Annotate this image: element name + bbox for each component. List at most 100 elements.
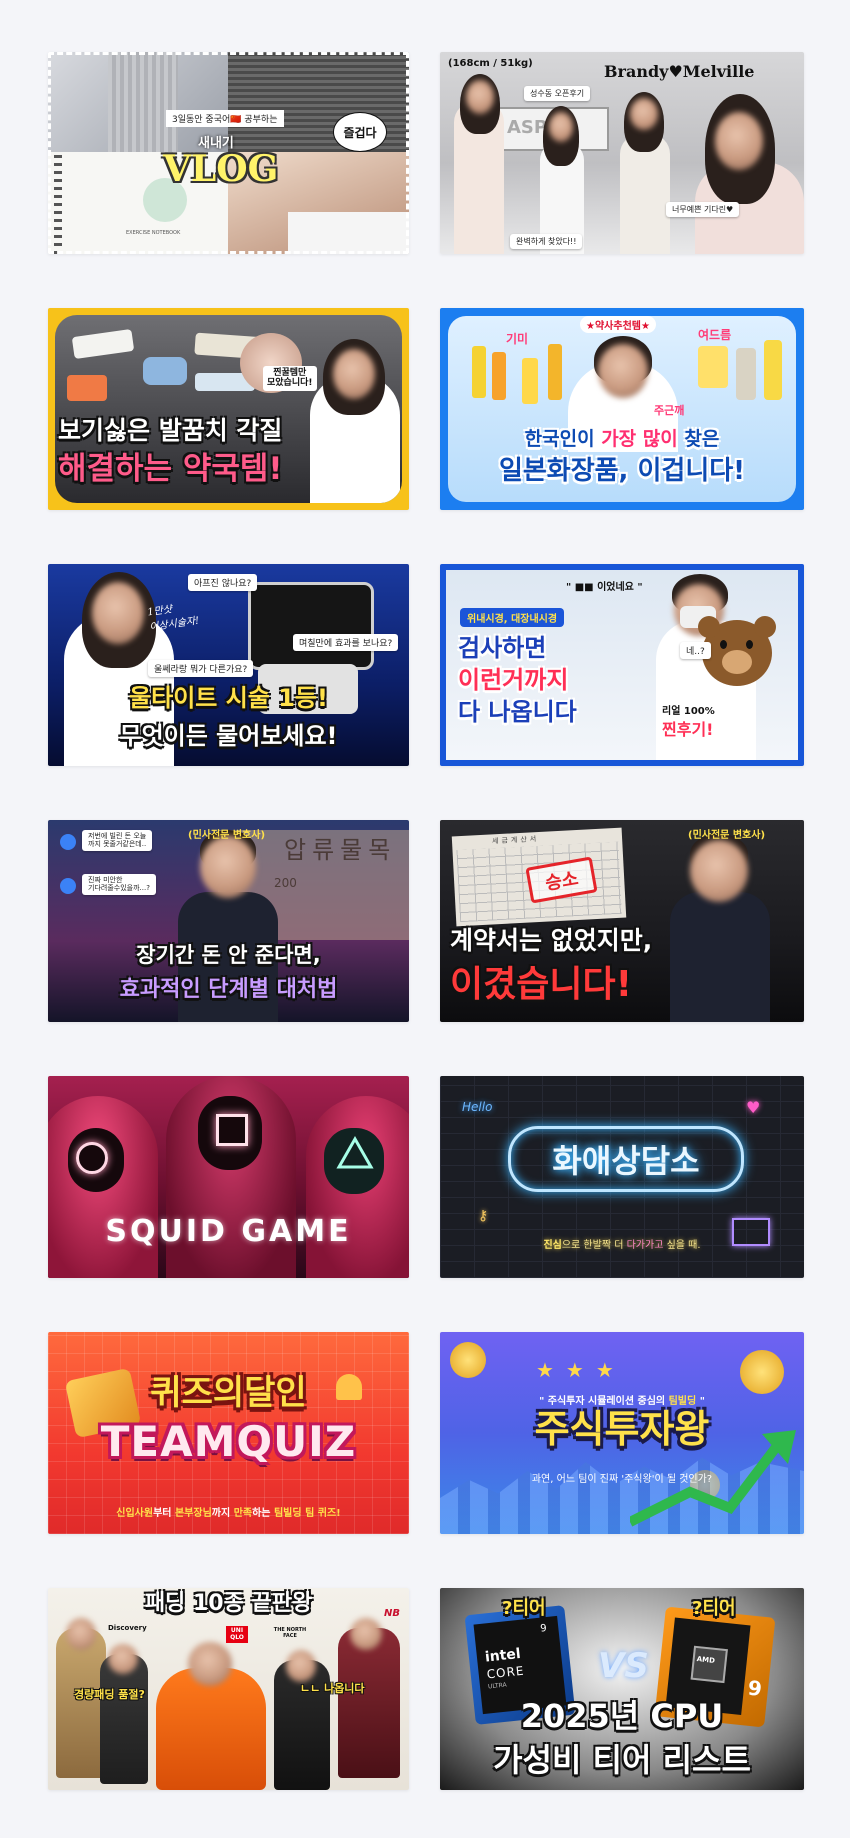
person-beige-padding (56, 1628, 106, 1778)
headline-line1: 한국인이 가장 많이 찾은 (524, 428, 720, 450)
chat-avatar-2 (60, 878, 76, 894)
product-6 (736, 348, 756, 400)
headline-line1: 장기간 돈 안 준다면, (136, 943, 321, 967)
recommend-badge: ★약사추천템★ (580, 316, 656, 333)
product-2 (492, 352, 506, 400)
thumbnail-japan-cosmetics[interactable]: ★약사추천템★ 기미 여드름 주근깨 한국인이 가장 많이 찾은 일본화장품, … (440, 308, 804, 510)
amd-tier: ?티어 (692, 1598, 736, 1619)
lawyer-face (690, 840, 748, 902)
inner-panel (446, 570, 798, 760)
product-7 (764, 340, 782, 400)
thumbnail-endoscopy[interactable]: " ■■ 이었네요 " 위내시경, 대장내시경 네..? 검사하면 이런거까지 … (440, 564, 804, 766)
thumbnail-stock-king[interactable]: ★★★ " 주식투자 시뮬레이션 중심의 팀빌딩 " 주식투자왕 과연, 어느 … (440, 1332, 804, 1534)
product-1 (472, 346, 486, 398)
brand-title: Brandy♥Melville (604, 62, 755, 81)
triangle-icon (336, 1136, 374, 1169)
key-icon: ⚷ (478, 1208, 489, 1224)
thumbnail-lawyer-won[interactable]: 세금계산서 승소 (민사전문 변호사) 계약서는 없었지만, 이겼습니다! (440, 820, 804, 1022)
question-days: 며칠만에 효과를 보나요? (293, 634, 399, 651)
neon-title: 화애상담소 (552, 1142, 700, 1180)
headline-line2: 해결하는 약국템! (58, 451, 283, 487)
quote-text: " ■■ 이었네요 " (566, 582, 643, 593)
bear-ear-right (754, 616, 776, 638)
question-label: 경량패딩 품절? (74, 1688, 145, 1701)
squid-title: SQUID GAME (105, 1214, 352, 1249)
headline-line1: 보기싫은 발꿈치 각질 (58, 416, 283, 445)
headline-line2: 효과적인 단계별 대처법 (119, 977, 338, 1002)
vlog-caption: 3일동안 중국어🇨🇳 공부하는 (166, 110, 284, 127)
size-label: (168cm / 51kg) (448, 58, 533, 69)
person-3 (620, 134, 670, 254)
real-label-2: 찐후기! (662, 720, 714, 739)
intel-core: CORE (486, 1663, 526, 1682)
quiz-title-line2: TEAMQUIZ (100, 1417, 357, 1466)
amd-number: 9 (746, 1675, 764, 1701)
lawyer-face (200, 836, 256, 898)
shop-caption: 성수동 오픈후기 (524, 86, 591, 101)
product-tube-1 (71, 328, 135, 360)
coin-2 (740, 1350, 784, 1394)
vlog-title: VLOG (163, 148, 279, 190)
headline-line1: 계약서는 없었지만, (450, 926, 653, 955)
thumbnail-squid-game[interactable]: SQUID GAME (48, 1076, 409, 1278)
product-5 (698, 346, 728, 388)
headline-line2: 일본화장품, 이겁니다! (498, 456, 746, 486)
caption-pretty: 너무예쁜 기다린♥ (666, 202, 740, 217)
heart-arrow-icon: ♥ (746, 1098, 761, 1117)
honey-tag: 찐꿀템만 모았습니다! (263, 366, 317, 391)
thumbnail-grid: EXERCISE NOTEBOOK 3일동안 중국어🇨🇳 공부하는 새내기 VL… (48, 52, 804, 1790)
brand-discovery: Discovery (108, 1624, 147, 1632)
intel-number: 9 (539, 1623, 548, 1635)
thumbnail-vlog[interactable]: EXERCISE NOTEBOOK 3일동안 중국어🇨🇳 공부하는 새내기 VL… (48, 52, 409, 254)
brand-nb: NB (384, 1608, 400, 1619)
brand-northface: THE NORTH FACE (273, 1627, 307, 1639)
speech-bubble: 즐겁다 (333, 112, 387, 152)
thumbnail-heel-care[interactable]: 찐꿀템만 모았습니다! 보기싫은 발꿈치 각질 해결하는 약국템! (48, 308, 409, 510)
headline-line1: 울타이트 시술 1등! (129, 684, 328, 712)
neon-subtitle: 진심으로 한발짝 더 다가가고 싶을 때. (543, 1240, 701, 1251)
exam-tag: 위내시경, 대장내시경 (460, 608, 565, 627)
headline-line2: 이겼습니다! (450, 964, 633, 1005)
thumbnail-neon-counsel[interactable]: Hello 화애상담소 ♥ ⚷ 진심으로 한발짝 더 다가가고 싶을 때. (440, 1076, 804, 1278)
face-4 (286, 1650, 316, 1682)
answer-label: ㄴㄴ 나옵니다 (300, 1682, 365, 1695)
label-acne: 여드름 (698, 328, 732, 342)
person-2-face (549, 112, 573, 142)
specialty-badge: (민사전문 변호사) (688, 830, 766, 841)
thumbnail-team-quiz[interactable]: 퀴즈의달인 TEAMQUIZ 신입사원부터 본부장님까지 만족하는 팀빌딩 팀 … (48, 1332, 409, 1534)
chat-message-2: 진짜 미안한 기다려줄수있을까...? (82, 874, 156, 895)
thumbnail-cpu-tier[interactable]: intel CORE ULTRA 9 AMD 9 ?티어 ?티어 VS 2025… (440, 1588, 804, 1790)
question-ulthera: 울쎄라랑 뭐가 다른가요? (148, 660, 254, 677)
versus-label: VS (598, 1646, 649, 1686)
document-title: 압류물목 (284, 836, 397, 864)
invoice-title: 세금계산서 (491, 834, 540, 846)
thumbnail-padding-review[interactable]: 패딩 10종 끝판왕 Discovery UNI QLO THE NORTH F… (48, 1588, 409, 1790)
quiz-title-line1: 퀴즈의달인 (150, 1373, 307, 1413)
product-box (67, 375, 107, 401)
stock-title: 주식투자왕 (534, 1407, 710, 1451)
quiz-subtitle: 신입사원부터 본부장님까지 만족하는 팀빌딩 팀 퀴즈! (116, 1508, 341, 1519)
bear-ear-left (698, 616, 720, 638)
intel-brand: intel (484, 1645, 522, 1666)
coin-1 (450, 1342, 486, 1378)
chat-message-1: 저번에 빌린 돈 오늘 까지 못줄거같은데.. (82, 830, 153, 851)
thumbnail-brandy-melville[interactable]: ASPEN (168cm / 51kg) 성수동 오픈후기 Brandy♥Mel… (440, 52, 804, 254)
thumbnail-lawyer-debt[interactable]: 압류물목 200 (민사전문 변호사) 저번에 빌린 돈 오늘 까지 못줄거같은… (48, 820, 409, 1022)
handwriting-note: 1만샷 이상시술자! (146, 604, 200, 634)
cpu-headline-line2: 가성비 티어 리스트 (493, 1741, 751, 1779)
stock-subtitle: 과연, 어느 팀이 진짜 '주식왕'이 될 것인가? (531, 1474, 713, 1485)
hello-neon: Hello (462, 1100, 493, 1114)
headline-line1: 검사하면 (458, 634, 547, 662)
caption-found: 완벽하게 찾았다!! (510, 234, 583, 249)
thumbnail-ultherapy[interactable]: 1만샷 이상시술자! 아프진 않나요? 며칠만에 효과를 보나요? 울쎄라랑 뭐… (48, 564, 409, 766)
person-4-face (715, 112, 763, 170)
circle-icon (76, 1142, 108, 1174)
product-4 (548, 344, 562, 400)
padding-title: 패딩 10종 끝판왕 (144, 1591, 313, 1616)
question-pain: 아프진 않나요? (188, 574, 258, 591)
device-screen (248, 582, 374, 670)
chat-avatar-1 (60, 834, 76, 850)
person-plaid (338, 1628, 400, 1778)
label-freckles: 주근깨 (654, 404, 685, 417)
product-3 (522, 358, 538, 404)
